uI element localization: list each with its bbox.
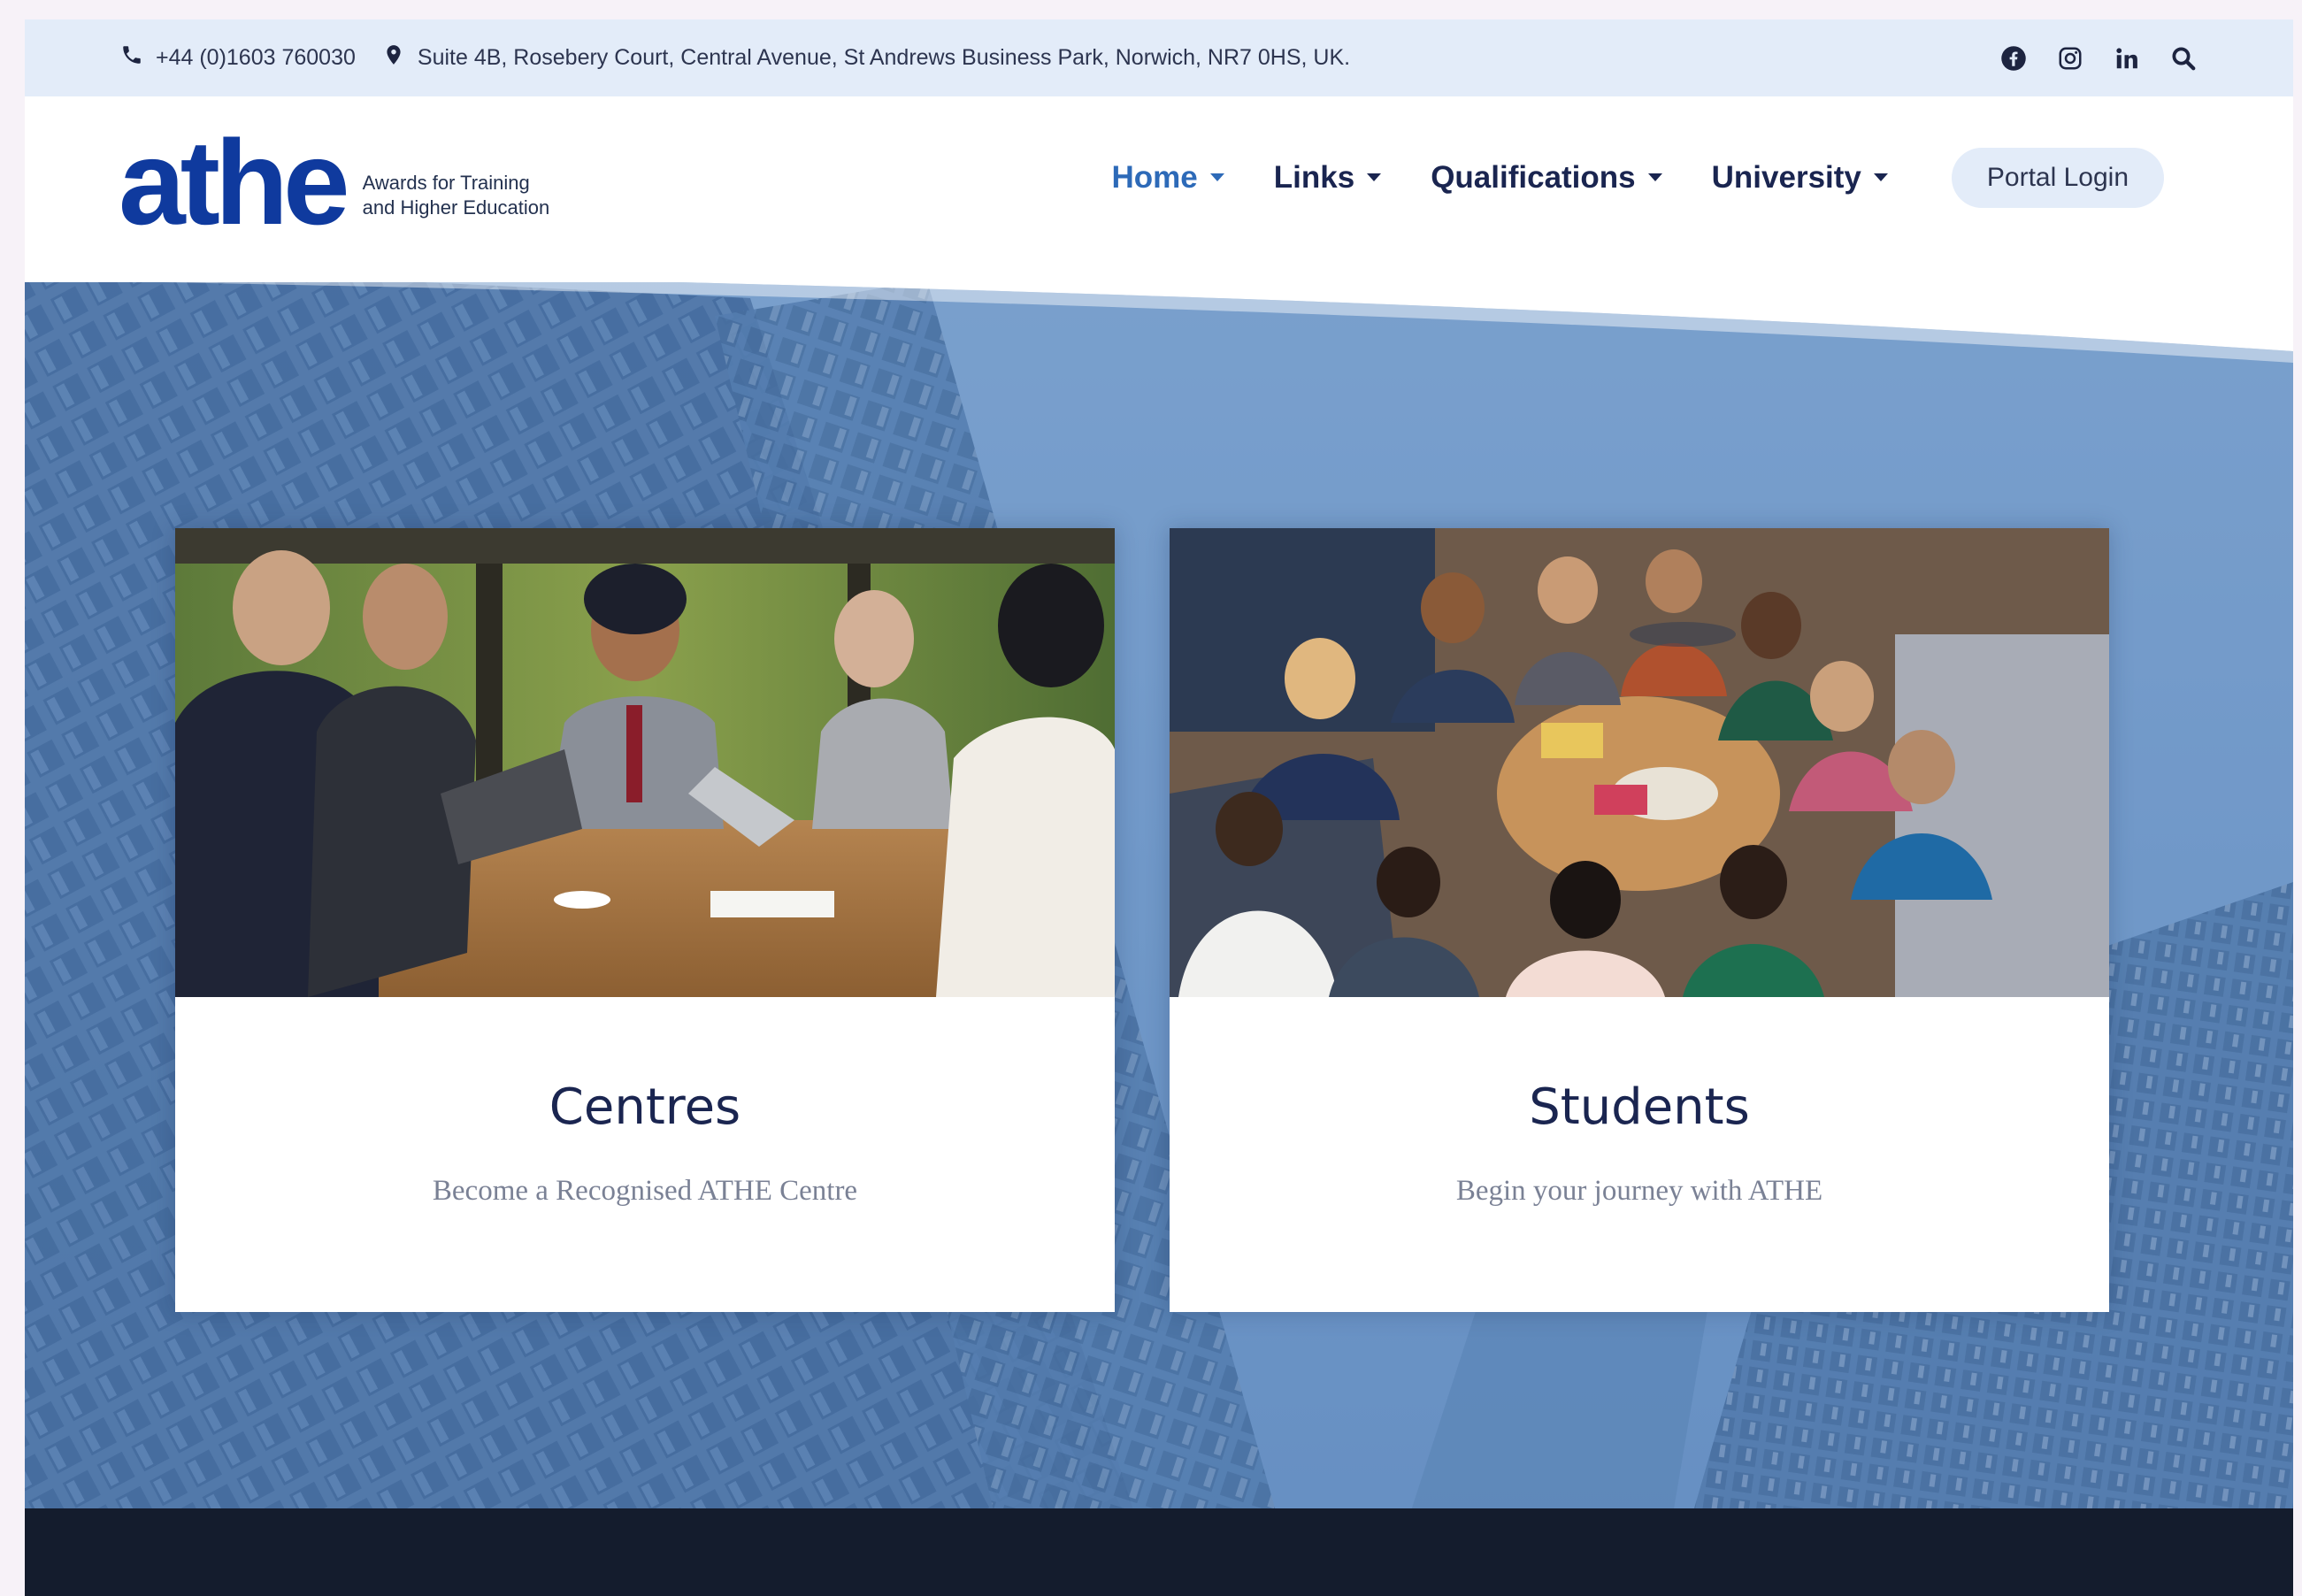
caret-down-icon (1647, 173, 1662, 181)
facebook-icon[interactable] (1999, 44, 2028, 73)
phone-number: +44 (0)1603 760030 (156, 45, 356, 70)
nav-item-qualifications[interactable]: Qualifications (1431, 159, 1662, 196)
students-group-photo (1170, 528, 2109, 997)
students-card[interactable]: Students Begin your journey with ATHE (1170, 528, 2109, 1312)
instagram-icon[interactable] (2056, 44, 2084, 73)
nav-item-links[interactable]: Links (1273, 159, 1382, 196)
business-meeting-photo (175, 528, 1115, 997)
logo-wordmark: athe (119, 115, 350, 249)
linkedin-icon[interactable] (2113, 44, 2141, 73)
address-contact: Suite 4B, Rosebery Court, Central Avenue… (382, 43, 1350, 73)
main-navigation: Home Links Qualifications University Por… (1112, 96, 2293, 258)
card-title: Students (1529, 1078, 1750, 1136)
address-text: Suite 4B, Rosebery Court, Central Avenue… (417, 45, 1351, 70)
nav-item-home[interactable]: Home (1112, 160, 1224, 196)
footer-section (25, 1508, 2293, 1596)
nav-item-university[interactable]: University (1712, 160, 1888, 196)
caret-down-icon (1873, 173, 1888, 181)
site-header: athe Awards for Training and Higher Educ… (25, 96, 2293, 282)
centres-card[interactable]: Centres Become a Recognised ATHE Centre (175, 528, 1115, 1312)
search-icon[interactable] (2169, 44, 2198, 73)
card-subtitle: Begin your journey with ATHE (1455, 1175, 1823, 1207)
logo-tagline: Awards for Training and Higher Education (363, 171, 550, 220)
top-info-bar: +44 (0)1603 760030 Suite 4B, Rosebery Co… (25, 19, 2293, 96)
logo-tagline-line2: and Higher Education (362, 196, 550, 219)
browser-viewport: +44 (0)1603 760030 Suite 4B, Rosebery Co… (25, 19, 2293, 1596)
athe-logo[interactable]: athe Awards for Training and Higher Educ… (119, 115, 550, 249)
caret-down-icon (1367, 173, 1382, 181)
portal-login-button[interactable]: Portal Login (1951, 147, 2164, 208)
location-pin-icon (382, 43, 405, 73)
nav-item-label: Home (1111, 159, 1198, 195)
caret-down-icon (1209, 173, 1224, 181)
card-title: Centres (549, 1078, 741, 1136)
nav-item-label: Qualifications (1431, 159, 1636, 195)
social-links (1999, 44, 2198, 73)
nav-item-label: University (1711, 159, 1861, 195)
phone-contact[interactable]: +44 (0)1603 760030 (120, 43, 356, 73)
card-subtitle: Become a Recognised ATHE Centre (432, 1175, 858, 1207)
nav-item-label: Links (1273, 159, 1355, 195)
logo-tagline-line1: Awards for Training (362, 172, 530, 194)
phone-icon (120, 43, 143, 73)
